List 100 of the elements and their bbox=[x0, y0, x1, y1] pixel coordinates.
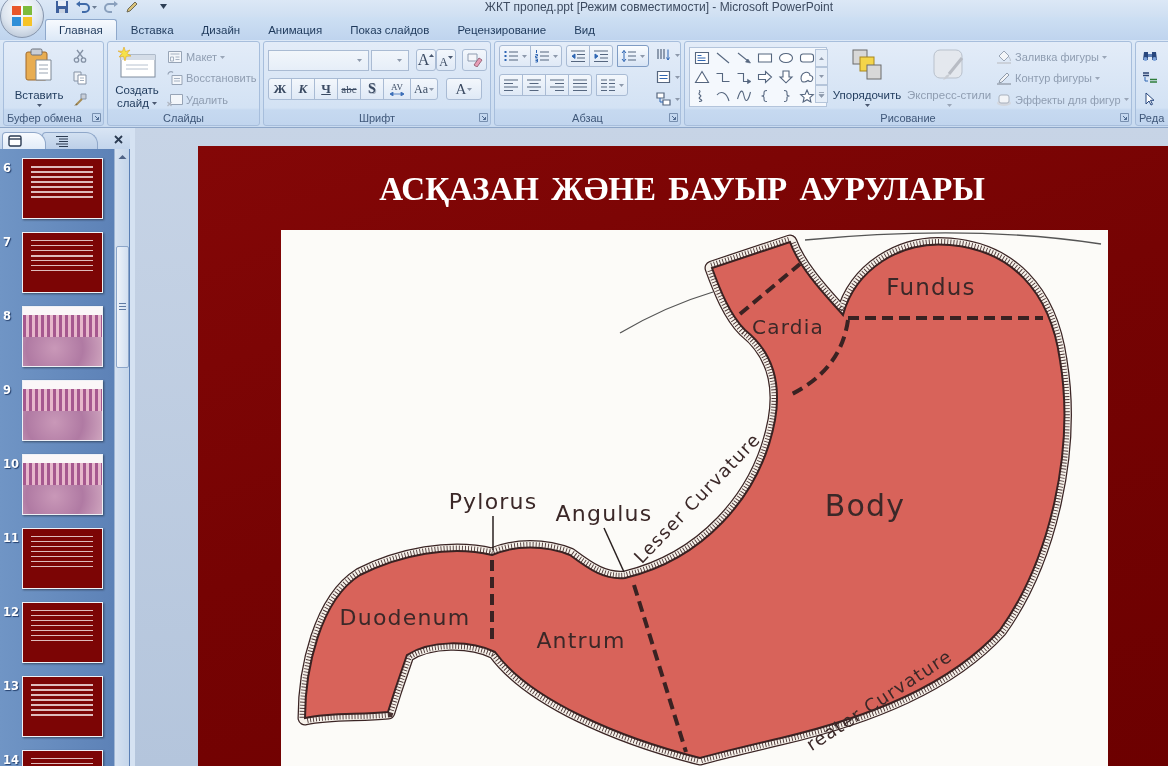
columns-icon bbox=[600, 78, 616, 92]
slide-thumbnail[interactable] bbox=[22, 380, 103, 441]
align-left-icon bbox=[503, 78, 519, 92]
slide-number: 14 bbox=[2, 753, 20, 766]
format-button[interactable]: Ч bbox=[314, 78, 338, 100]
slide-thumbnail[interactable] bbox=[22, 306, 103, 367]
leader-line bbox=[603, 527, 625, 573]
curve-icon[interactable] bbox=[736, 89, 752, 103]
slide-thumbnail[interactable] bbox=[22, 676, 103, 737]
font-name-field[interactable] bbox=[268, 49, 369, 71]
format-button[interactable]: S bbox=[360, 78, 384, 100]
down-arrow-icon[interactable] bbox=[778, 70, 794, 84]
diagram-label: Body bbox=[824, 487, 906, 523]
scrollbar-thumb[interactable] bbox=[115, 246, 129, 368]
line-icon[interactable] bbox=[715, 51, 731, 65]
arrange-button[interactable]: Упорядочить bbox=[830, 45, 904, 110]
slide-number: 13 bbox=[2, 679, 20, 693]
elbow-connector-icon[interactable] bbox=[715, 70, 731, 84]
slide-number: 11 bbox=[2, 531, 20, 545]
format-button[interactable]: К bbox=[291, 78, 315, 100]
new-slide-button[interactable]: Создать слайд bbox=[112, 45, 162, 110]
grow-font-button[interactable]: A bbox=[416, 49, 436, 71]
triangle-icon[interactable] bbox=[694, 70, 710, 84]
font-color-button[interactable]: A bbox=[446, 78, 482, 100]
ribbon-tab[interactable]: Вставка bbox=[116, 19, 188, 40]
columns-button[interactable] bbox=[596, 74, 628, 96]
increase-indent-button[interactable] bbox=[589, 45, 613, 67]
slide-thumbnail[interactable] bbox=[22, 454, 103, 515]
ribbon-tab[interactable]: Показ слайдов bbox=[336, 19, 444, 40]
align-right-button[interactable] bbox=[545, 74, 569, 96]
clear-formatting-button[interactable] bbox=[462, 49, 487, 71]
group-label: Слайды bbox=[163, 110, 204, 125]
dialog-launcher-icon[interactable] bbox=[479, 113, 488, 122]
lines-arrow-icon[interactable] bbox=[1142, 70, 1158, 84]
caret-down-icon bbox=[675, 75, 680, 79]
ribbon-tab[interactable]: Вид bbox=[560, 19, 609, 40]
connected-boxes-icon bbox=[656, 92, 672, 106]
caret-down-icon bbox=[357, 58, 362, 62]
pencil-line-icon bbox=[996, 71, 1012, 86]
format-button[interactable]: Ж bbox=[268, 78, 292, 100]
justify-button[interactable] bbox=[568, 74, 592, 96]
right-arrow-icon[interactable] bbox=[757, 70, 773, 84]
format-button[interactable]: abc bbox=[337, 78, 361, 100]
diagram-label: Fundus bbox=[886, 274, 976, 300]
caret-down-icon[interactable] bbox=[160, 4, 167, 9]
align-left-button[interactable] bbox=[499, 74, 523, 96]
ribbon-tab[interactable]: Рецензирование bbox=[443, 19, 561, 40]
diagram-label: Duodenum bbox=[339, 604, 471, 630]
justify-icon bbox=[572, 78, 588, 92]
group-label: Рисование bbox=[880, 110, 936, 125]
freeform-shape-icon[interactable] bbox=[799, 70, 815, 84]
scissors-icon[interactable] bbox=[73, 49, 87, 63]
caret-down-icon bbox=[553, 54, 558, 58]
panel-tab[interactable] bbox=[2, 132, 46, 149]
align-center-button[interactable] bbox=[522, 74, 546, 96]
caret-down-icon bbox=[675, 53, 680, 57]
numbering-button[interactable] bbox=[530, 45, 562, 67]
font-size-field[interactable] bbox=[371, 49, 409, 71]
textbox-icon[interactable] bbox=[694, 51, 710, 65]
elbow-arrow-icon[interactable] bbox=[736, 70, 752, 84]
group-label: Буфер обмена bbox=[7, 110, 82, 125]
shrink-font-button[interactable]: A bbox=[436, 49, 456, 71]
paste-button[interactable]: Вставить bbox=[8, 45, 70, 110]
format-button[interactable]: Aa bbox=[410, 78, 438, 100]
star-icon[interactable] bbox=[799, 89, 815, 103]
window-title: ЖКТ пропед.ppt [Режим совместимости] - Microsoft PowerPoint bbox=[484, 0, 833, 14]
vertical-lines-arrow-icon bbox=[656, 48, 672, 62]
rectangle-icon[interactable] bbox=[757, 51, 773, 65]
boxed-lines-icon bbox=[656, 70, 672, 84]
slide-cross-icon bbox=[167, 92, 183, 107]
undo-icon[interactable] bbox=[76, 1, 90, 13]
bullet-list-icon bbox=[503, 49, 519, 63]
slide-thumbnail[interactable] bbox=[22, 232, 103, 293]
line-spacing-icon bbox=[621, 49, 637, 63]
arrow-line-icon[interactable] bbox=[736, 51, 752, 65]
line-spacing-button[interactable] bbox=[617, 45, 649, 67]
caret-down-icon bbox=[619, 83, 624, 87]
office-logo-icon bbox=[11, 5, 33, 27]
slide-thumbnail[interactable] bbox=[22, 602, 103, 663]
ribbon-tab[interactable]: Анимация bbox=[254, 19, 337, 40]
diagram-label: Cardia bbox=[752, 315, 824, 339]
dialog-launcher-icon[interactable] bbox=[1120, 113, 1129, 122]
slide-number: 9 bbox=[2, 383, 12, 397]
dialog-launcher-icon[interactable] bbox=[92, 113, 101, 122]
caret-down-icon bbox=[864, 104, 870, 107]
ribbon-tab[interactable]: Главная bbox=[45, 19, 117, 40]
slide-thumbnail[interactable] bbox=[22, 528, 103, 589]
save-icon[interactable] bbox=[55, 1, 69, 13]
close-icon[interactable] bbox=[114, 135, 123, 144]
panel-tab[interactable] bbox=[42, 132, 98, 149]
caret-down-icon bbox=[429, 87, 434, 91]
slide-thumbnail[interactable] bbox=[22, 158, 103, 219]
arc-icon[interactable] bbox=[715, 89, 731, 103]
double-arrow-icon bbox=[390, 92, 404, 96]
pencil-icon[interactable] bbox=[125, 1, 139, 13]
ribbon-tab[interactable]: Дизайн bbox=[187, 19, 255, 40]
dialog-launcher-icon[interactable] bbox=[669, 113, 678, 122]
outdent-icon bbox=[570, 49, 586, 63]
decrease-indent-button[interactable] bbox=[566, 45, 590, 67]
format-button[interactable]: AV bbox=[383, 78, 411, 100]
